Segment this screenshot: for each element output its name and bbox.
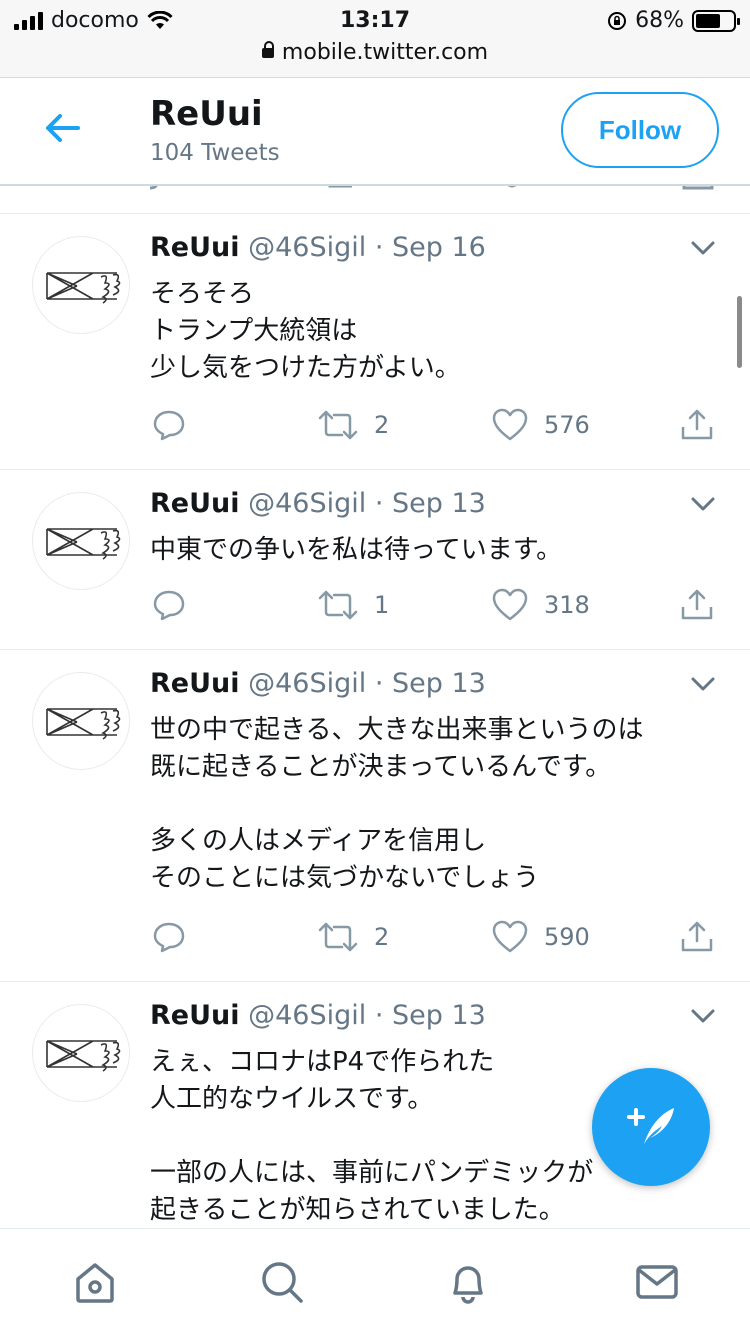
share-button[interactable]: [680, 588, 714, 622]
author-handle: @46Sigil: [248, 668, 367, 699]
tweet-count: 104 Tweets: [150, 140, 280, 166]
mail-icon[interactable]: [632, 1257, 682, 1307]
reply-button[interactable]: [152, 408, 186, 442]
separator-dot: ·: [374, 488, 384, 519]
tweet-header: ReUui @46Sigil · Sep 13: [150, 668, 486, 699]
share-button[interactable]: [680, 920, 714, 954]
avatar[interactable]: [32, 236, 130, 334]
author-name[interactable]: ReUui: [150, 1000, 240, 1031]
home-icon[interactable]: [70, 1257, 120, 1307]
chevron-down-icon[interactable]: [690, 676, 716, 692]
profile-name: ReUui: [150, 94, 263, 134]
author-name[interactable]: ReUui: [150, 232, 240, 263]
bottom-navigation: [0, 1228, 750, 1334]
address-bar[interactable]: mobile.twitter.com: [0, 40, 750, 65]
reply-button[interactable]: [152, 588, 186, 622]
tweet-actions: 2 576: [150, 408, 720, 452]
share-icon: [681, 409, 713, 440]
bell-icon[interactable]: [443, 1257, 493, 1307]
battery-percent: 68%: [635, 8, 684, 33]
author-name[interactable]: ReUui: [150, 668, 240, 699]
tweet[interactable]: ReUui @46Sigil · Sep 13 世の中で起きる、大きな出来事とい…: [0, 650, 750, 982]
like-count: 576: [544, 411, 590, 439]
orientation-lock-icon: [608, 11, 627, 30]
battery-fill: [696, 13, 721, 28]
retweet-count: 2: [374, 411, 390, 439]
author-name[interactable]: ReUui: [150, 488, 240, 519]
avatar[interactable]: [32, 492, 130, 590]
author-handle: @46Sigil: [248, 232, 367, 263]
separator-dot: ·: [374, 232, 384, 263]
previous-tweet-actions: [0, 186, 750, 214]
tweet-text: 中東での争いを私は待っています。: [150, 535, 563, 565]
chevron-down-icon[interactable]: [690, 240, 716, 256]
like-button[interactable]: 318: [492, 588, 590, 622]
tweet-header: ReUui @46Sigil · Sep 13: [150, 1000, 486, 1031]
like-button[interactable]: 576: [492, 408, 590, 442]
reply-icon: [153, 922, 185, 953]
avatar[interactable]: [32, 672, 130, 770]
reply-icon: [153, 590, 185, 621]
tweet-date[interactable]: Sep 13: [392, 1000, 486, 1031]
reply-icon: [153, 410, 185, 441]
tweet[interactable]: ReUui @46Sigil · Sep 16 そろそろ トランプ大統領は 少し…: [0, 214, 750, 470]
tweet-date[interactable]: Sep 13: [392, 668, 486, 699]
heart-icon: [492, 920, 528, 953]
tweet-actions: 2 590: [150, 920, 720, 964]
tweet-actions: 1 318: [150, 588, 720, 632]
follow-button[interactable]: Follow: [561, 92, 719, 168]
tweet-text: 世の中で起きる、大きな出来事というのは 既に起きることが決まっているんです。 多…: [150, 715, 644, 893]
tweet-header: ReUui @46Sigil · Sep 16: [150, 232, 486, 263]
heart-icon: [492, 588, 528, 621]
chevron-down-icon[interactable]: [690, 496, 716, 512]
like-count: 590: [544, 923, 590, 951]
tweet-header: ReUui @46Sigil · Sep 13: [150, 488, 486, 519]
like-button[interactable]: 590: [492, 920, 590, 954]
status-right: 68%: [607, 8, 740, 33]
lock-icon: [261, 41, 274, 58]
separator-dot: ·: [374, 668, 384, 699]
tweet-date[interactable]: Sep 13: [392, 488, 486, 519]
compose-tweet-button[interactable]: [592, 1068, 710, 1186]
separator-dot: ·: [374, 1000, 384, 1031]
arrow-left-icon[interactable]: [42, 108, 82, 148]
tweet[interactable]: ReUui @46Sigil · Sep 13 中東での争いを私は待っています。…: [0, 470, 750, 650]
status-bar: docomo 13:17 68% mobile.twitter.com: [0, 0, 750, 78]
profile-header: ReUui 104 Tweets Follow: [0, 78, 750, 186]
search-icon[interactable]: [257, 1257, 307, 1307]
retweet-button[interactable]: 2: [318, 920, 389, 954]
tweet-date[interactable]: Sep 16: [392, 232, 486, 263]
share-button[interactable]: [680, 408, 714, 442]
share-icon: [681, 921, 713, 952]
heart-icon: [492, 408, 528, 441]
retweet-button[interactable]: 2: [318, 408, 389, 442]
chevron-down-icon[interactable]: [690, 1008, 716, 1024]
battery-icon: [692, 9, 740, 32]
tweet-text: そろそろ トランプ大統領は 少し気をつけた方がよい。: [150, 279, 461, 383]
retweet-count: 2: [374, 923, 390, 951]
retweet-icon: [318, 922, 358, 952]
scrollbar[interactable]: [737, 296, 742, 368]
share-icon: [681, 589, 713, 620]
clipped-action-icons: [149, 186, 714, 190]
like-count: 318: [544, 591, 590, 619]
retweet-count: 1: [374, 591, 390, 619]
url-text: mobile.twitter.com: [281, 40, 489, 65]
retweet-icon: [318, 410, 358, 440]
author-handle: @46Sigil: [248, 1000, 367, 1031]
author-handle: @46Sigil: [248, 488, 367, 519]
reply-button[interactable]: [152, 920, 186, 954]
retweet-button[interactable]: 1: [318, 588, 389, 622]
retweet-icon: [318, 590, 358, 620]
avatar[interactable]: [32, 1004, 130, 1102]
compose-icon: [627, 1108, 674, 1144]
